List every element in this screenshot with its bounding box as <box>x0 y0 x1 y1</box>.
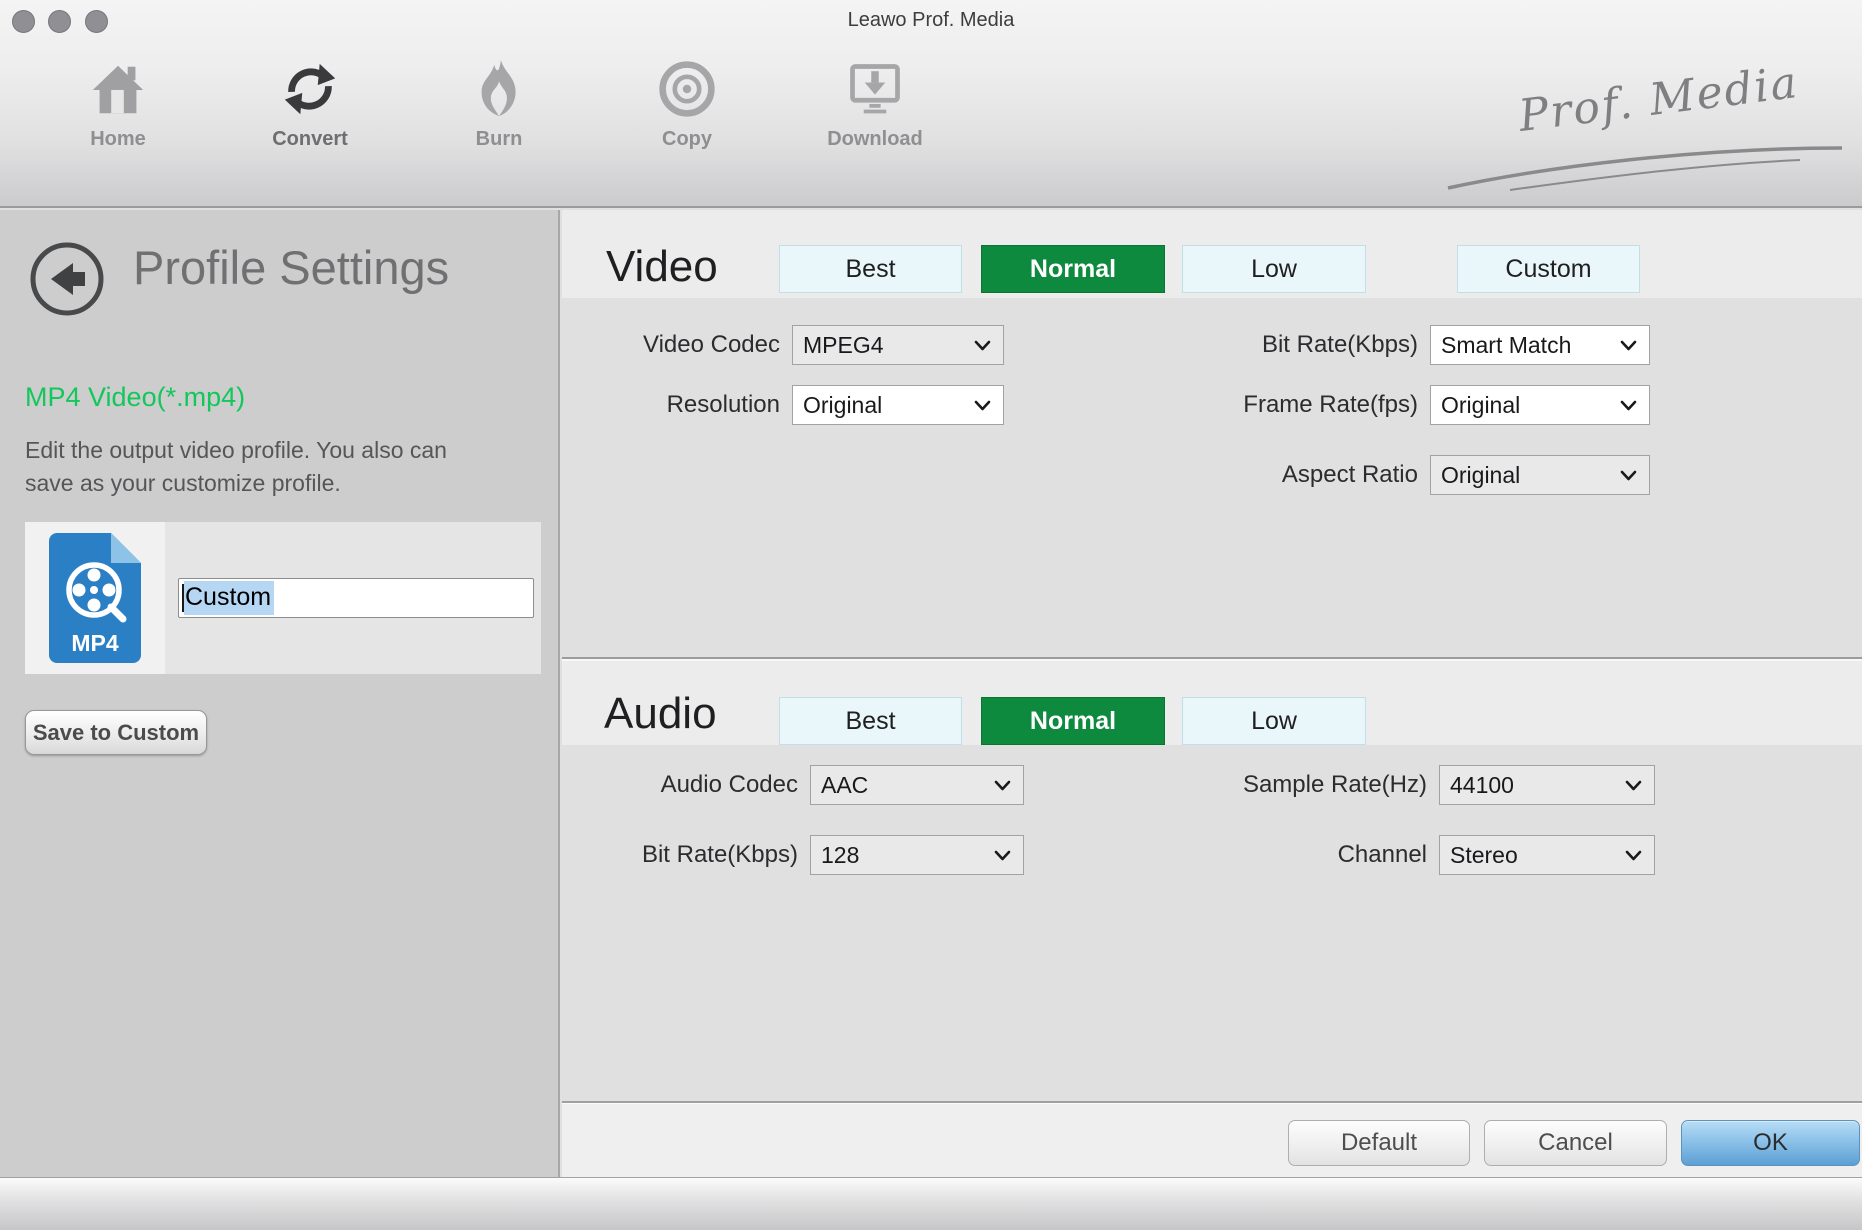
channel-select[interactable]: Stereo <box>1439 835 1655 875</box>
aspect-ratio-field: Aspect Ratio Original <box>1162 455 1650 495</box>
video-quality-normal-button[interactable]: Normal <box>981 245 1165 293</box>
nav-label-convert: Convert <box>245 128 375 151</box>
video-quality-low-button[interactable]: Low <box>1182 245 1366 293</box>
window-bottom-bar <box>0 1177 1862 1230</box>
app-window: Leawo Prof. Media Home Co <box>0 0 1862 1230</box>
chevron-down-icon <box>974 400 991 411</box>
burn-icon <box>434 56 564 122</box>
audio-bitrate-field: Bit Rate(Kbps) 128 <box>592 835 1024 875</box>
chevron-down-icon <box>1620 400 1637 411</box>
copy-disc-icon <box>622 56 752 122</box>
save-to-custom-label: Save to Custom <box>33 720 199 746</box>
sample-rate-value: 44100 <box>1450 772 1514 799</box>
audio-bitrate-value: 128 <box>821 842 859 869</box>
brand-swoosh-icon <box>1440 140 1850 195</box>
chevron-down-icon <box>1625 780 1642 791</box>
video-bitrate-field: Bit Rate(Kbps) Smart Match <box>1162 325 1650 365</box>
sidebar: Profile Settings MP4 Video(*.mp4) Edit t… <box>0 210 560 1177</box>
video-bitrate-select[interactable]: Smart Match <box>1430 325 1650 365</box>
video-codec-select[interactable]: MPEG4 <box>792 325 1004 365</box>
nav-item-convert[interactable]: Convert <box>245 56 375 151</box>
frame-rate-select[interactable]: Original <box>1430 385 1650 425</box>
sample-rate-field: Sample Rate(Hz) 44100 <box>1152 765 1655 805</box>
video-bitrate-value: Smart Match <box>1441 332 1571 359</box>
cancel-button[interactable]: Cancel <box>1484 1120 1667 1166</box>
nav-label-home: Home <box>53 128 183 151</box>
profile-name-input[interactable]: Custom <box>178 578 534 618</box>
profile-icon-cell: MP4 <box>25 522 165 674</box>
sample-rate-select[interactable]: 44100 <box>1439 765 1655 805</box>
frame-rate-label: Frame Rate(fps) <box>1162 391 1418 419</box>
home-icon <box>53 56 183 122</box>
channel-value: Stereo <box>1450 842 1518 869</box>
audio-codec-select[interactable]: AAC <box>810 765 1024 805</box>
brand-logo: Prof. Media <box>1440 60 1860 195</box>
channel-label: Channel <box>1152 841 1427 869</box>
chevron-down-icon <box>1625 850 1642 861</box>
resolution-field: Resolution Original <box>592 385 1004 425</box>
nav-label-copy: Copy <box>622 128 752 151</box>
frame-rate-value: Original <box>1441 392 1520 419</box>
sample-rate-label: Sample Rate(Hz) <box>1152 771 1427 799</box>
profile-description: Edit the output video profile. You also … <box>25 434 447 500</box>
aspect-ratio-select[interactable]: Original <box>1430 455 1650 495</box>
audio-bitrate-label: Bit Rate(Kbps) <box>592 841 798 869</box>
back-arrow-icon <box>28 240 106 318</box>
video-codec-field: Video Codec MPEG4 <box>592 325 1004 365</box>
brand-logo-text: Prof. Media <box>1516 57 1802 142</box>
nav-item-burn[interactable]: Burn <box>434 56 564 151</box>
convert-icon <box>245 56 375 122</box>
format-badge: MP4 <box>71 630 119 656</box>
profile-format-label: MP4 Video(*.mp4) <box>25 382 245 413</box>
default-button[interactable]: Default <box>1288 1120 1470 1166</box>
video-bitrate-label: Bit Rate(Kbps) <box>1162 331 1418 359</box>
audio-quality-low-button[interactable]: Low <box>1182 697 1366 745</box>
audio-quality-best-button[interactable]: Best <box>779 697 962 745</box>
profile-name-selected-text: Custom <box>184 581 274 615</box>
resolution-label: Resolution <box>592 391 780 419</box>
resolution-select[interactable]: Original <box>792 385 1004 425</box>
chevron-down-icon <box>1620 470 1637 481</box>
nav-item-copy[interactable]: Copy <box>622 56 752 151</box>
video-codec-label: Video Codec <box>592 331 780 359</box>
profile-description-line1: Edit the output video profile. You also … <box>25 434 447 467</box>
nav-item-download[interactable]: Download <box>810 56 940 151</box>
back-button[interactable] <box>28 240 106 318</box>
video-quality-custom-button[interactable]: Custom <box>1457 245 1640 293</box>
chevron-down-icon <box>994 850 1011 861</box>
mp4-file-icon: MP4 <box>49 533 141 663</box>
settings-panel: Video Best Normal Low Custom Video Codec… <box>562 210 1862 1177</box>
save-to-custom-button[interactable]: Save to Custom <box>25 710 207 755</box>
ok-button[interactable]: OK <box>1681 1120 1860 1166</box>
audio-codec-value: AAC <box>821 772 868 799</box>
profile-description-line2: save as your customize profile. <box>25 467 447 500</box>
frame-rate-field: Frame Rate(fps) Original <box>1162 385 1650 425</box>
resolution-value: Original <box>803 392 882 419</box>
nav-label-download: Download <box>810 128 940 151</box>
top-chrome: Leawo Prof. Media Home Co <box>0 0 1862 208</box>
channel-field: Channel Stereo <box>1152 835 1655 875</box>
audio-bitrate-select[interactable]: 128 <box>810 835 1024 875</box>
audio-section-title: Audio <box>604 689 717 739</box>
audio-quality-normal-button[interactable]: Normal <box>981 697 1165 745</box>
video-codec-value: MPEG4 <box>803 332 884 359</box>
nav-label-burn: Burn <box>434 128 564 151</box>
window-title: Leawo Prof. Media <box>0 9 1862 32</box>
profile-card: MP4 Custom <box>25 522 541 674</box>
aspect-ratio-value: Original <box>1441 462 1520 489</box>
chevron-down-icon <box>994 780 1011 791</box>
chevron-down-icon <box>1620 340 1637 351</box>
dialog-footer: Default Cancel OK <box>562 1101 1862 1177</box>
video-quality-best-button[interactable]: Best <box>779 245 962 293</box>
titlebar: Leawo Prof. Media <box>0 0 1862 40</box>
audio-codec-field: Audio Codec AAC <box>592 765 1024 805</box>
page-title: Profile Settings <box>133 240 449 295</box>
audio-codec-label: Audio Codec <box>592 771 798 799</box>
download-icon <box>810 56 940 122</box>
nav-item-home[interactable]: Home <box>53 56 183 151</box>
video-section-title: Video <box>606 242 718 292</box>
chevron-down-icon <box>974 340 991 351</box>
aspect-ratio-label: Aspect Ratio <box>1162 461 1418 489</box>
